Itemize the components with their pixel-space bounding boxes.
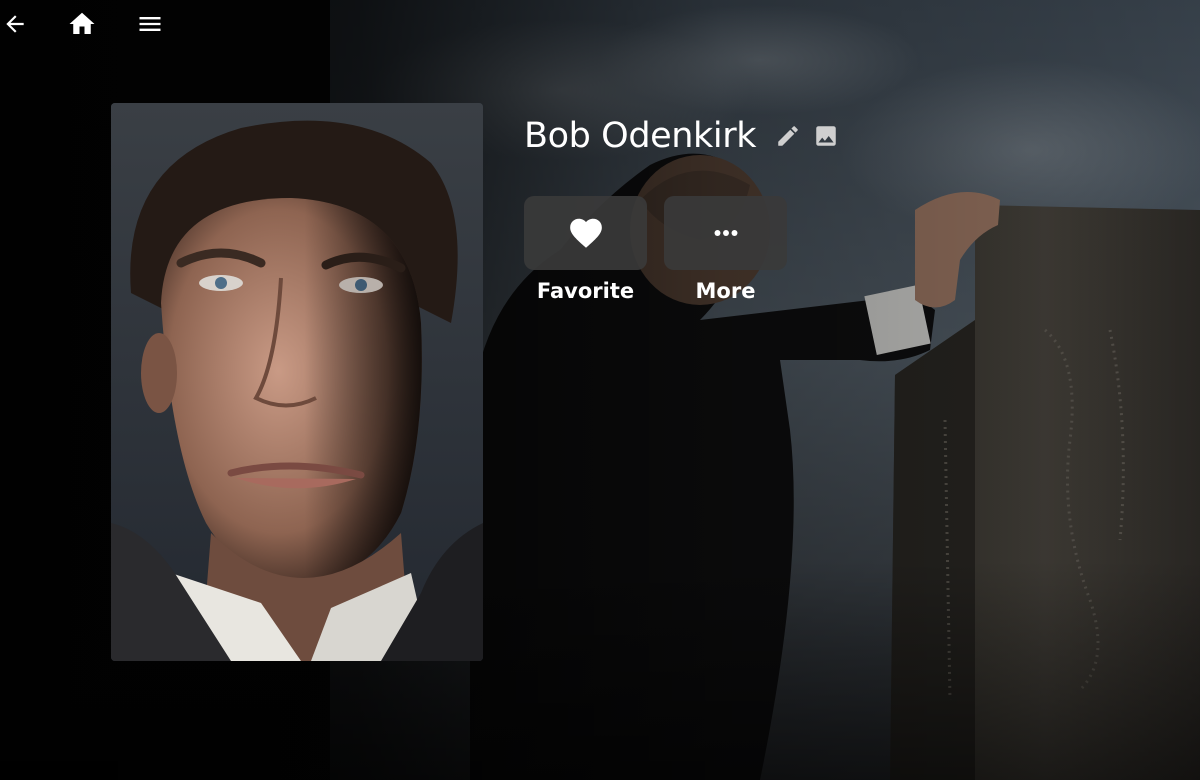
favorite-button-box[interactable] [524, 196, 647, 270]
home-icon [69, 12, 95, 34]
more-button-box[interactable] [664, 196, 787, 270]
arrow-back-icon [6, 15, 24, 33]
person-detail-page: Bob Odenkirk Favorite More [0, 0, 1200, 780]
back-button[interactable] [0, 0, 30, 48]
more-label: More [695, 279, 756, 303]
person-details: Bob Odenkirk Favorite More [524, 112, 844, 303]
menu-button[interactable] [126, 0, 174, 48]
edit-metadata-button[interactable] [770, 118, 806, 154]
edit-images-button[interactable] [808, 118, 844, 154]
more-horizontal-icon [714, 230, 737, 236]
top-navigation-bar [0, 0, 174, 48]
more-button[interactable]: More [664, 196, 787, 303]
favorite-label: Favorite [536, 279, 635, 303]
person-name: Bob Odenkirk [524, 116, 757, 156]
title-row: Bob Odenkirk [524, 112, 844, 160]
hamburger-menu-icon [139, 17, 161, 31]
heart-icon [569, 218, 602, 248]
image-icon [816, 126, 836, 146]
pencil-icon [778, 126, 798, 146]
person-portrait [111, 103, 483, 661]
favorite-button[interactable]: Favorite [524, 196, 647, 303]
action-buttons: Favorite More [524, 196, 844, 303]
home-button[interactable] [58, 0, 106, 48]
